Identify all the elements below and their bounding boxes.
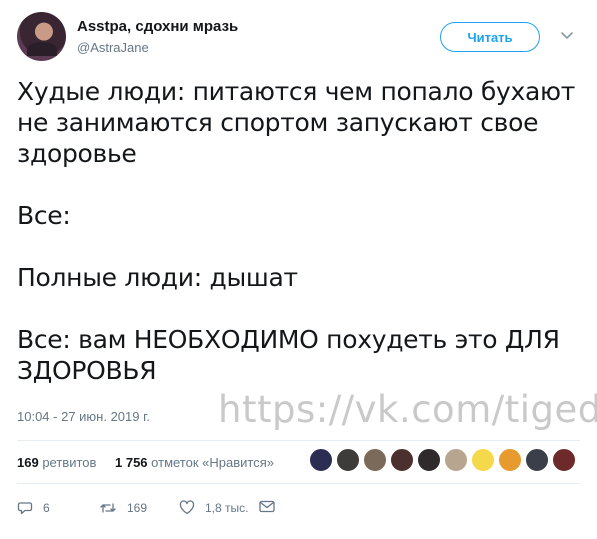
envelope-icon bbox=[259, 500, 275, 513]
avatar[interactable] bbox=[17, 12, 66, 61]
liker-avatar[interactable] bbox=[390, 448, 414, 472]
chevron-down-icon bbox=[561, 32, 573, 40]
divider-top bbox=[17, 440, 580, 441]
retweet-icon bbox=[100, 503, 116, 513]
follow-button[interactable]: Читать bbox=[440, 22, 540, 52]
likes-stat-label: отметок «Нравится» bbox=[151, 455, 274, 470]
liker-avatar[interactable] bbox=[336, 448, 360, 472]
reply-count: 6 bbox=[43, 501, 50, 515]
like-button[interactable]: 1,8 тыс. bbox=[179, 500, 248, 515]
tweet-actions: 6 169 1,8 тыс. bbox=[17, 496, 580, 524]
retweet-count: 169 bbox=[127, 501, 148, 515]
reply-button[interactable]: 6 bbox=[17, 500, 50, 516]
tweet-timestamp[interactable]: 10:04 - 27 июн. 2019 г. bbox=[17, 409, 150, 424]
liker-avatar[interactable] bbox=[444, 448, 468, 472]
liker-avatar[interactable] bbox=[525, 448, 549, 472]
liker-avatar[interactable] bbox=[363, 448, 387, 472]
direct-message-button[interactable] bbox=[259, 500, 275, 513]
tweet-stats: 169 ретвитов 1 756 отметок «Нравится» bbox=[17, 446, 580, 476]
retweets-stat[interactable]: 169 ретвитов bbox=[17, 455, 96, 470]
liker-avatar[interactable] bbox=[552, 448, 576, 472]
liker-avatar[interactable] bbox=[309, 448, 333, 472]
tweet-text: Худые люди: питаются чем попало бухают н… bbox=[17, 77, 576, 385]
likes-stat-count: 1 756 bbox=[115, 455, 148, 470]
reply-icon bbox=[17, 502, 33, 515]
retweet-button[interactable]: 169 bbox=[99, 500, 147, 516]
watermark: https://vk.com/tigede bbox=[218, 388, 597, 431]
liker-avatar[interactable] bbox=[471, 448, 495, 472]
likes-stat[interactable]: 1 756 отметок «Нравится» bbox=[115, 455, 274, 470]
liker-avatar[interactable] bbox=[498, 448, 522, 472]
author-handle[interactable]: @AstraJane bbox=[77, 40, 149, 55]
like-count: 1,8 тыс. bbox=[205, 500, 249, 515]
divider-bottom bbox=[17, 483, 580, 484]
retweets-stat-count: 169 bbox=[17, 455, 39, 470]
more-options-button[interactable] bbox=[557, 26, 577, 46]
liker-avatar[interactable] bbox=[417, 448, 441, 472]
heart-icon bbox=[179, 500, 195, 515]
author-name[interactable]: Asstpa, сдохни мразь bbox=[77, 18, 238, 35]
tweet-header: Asstpa, сдохни мразь @AstraJane Читать bbox=[17, 12, 580, 64]
retweets-stat-label: ретвитов bbox=[42, 455, 97, 470]
